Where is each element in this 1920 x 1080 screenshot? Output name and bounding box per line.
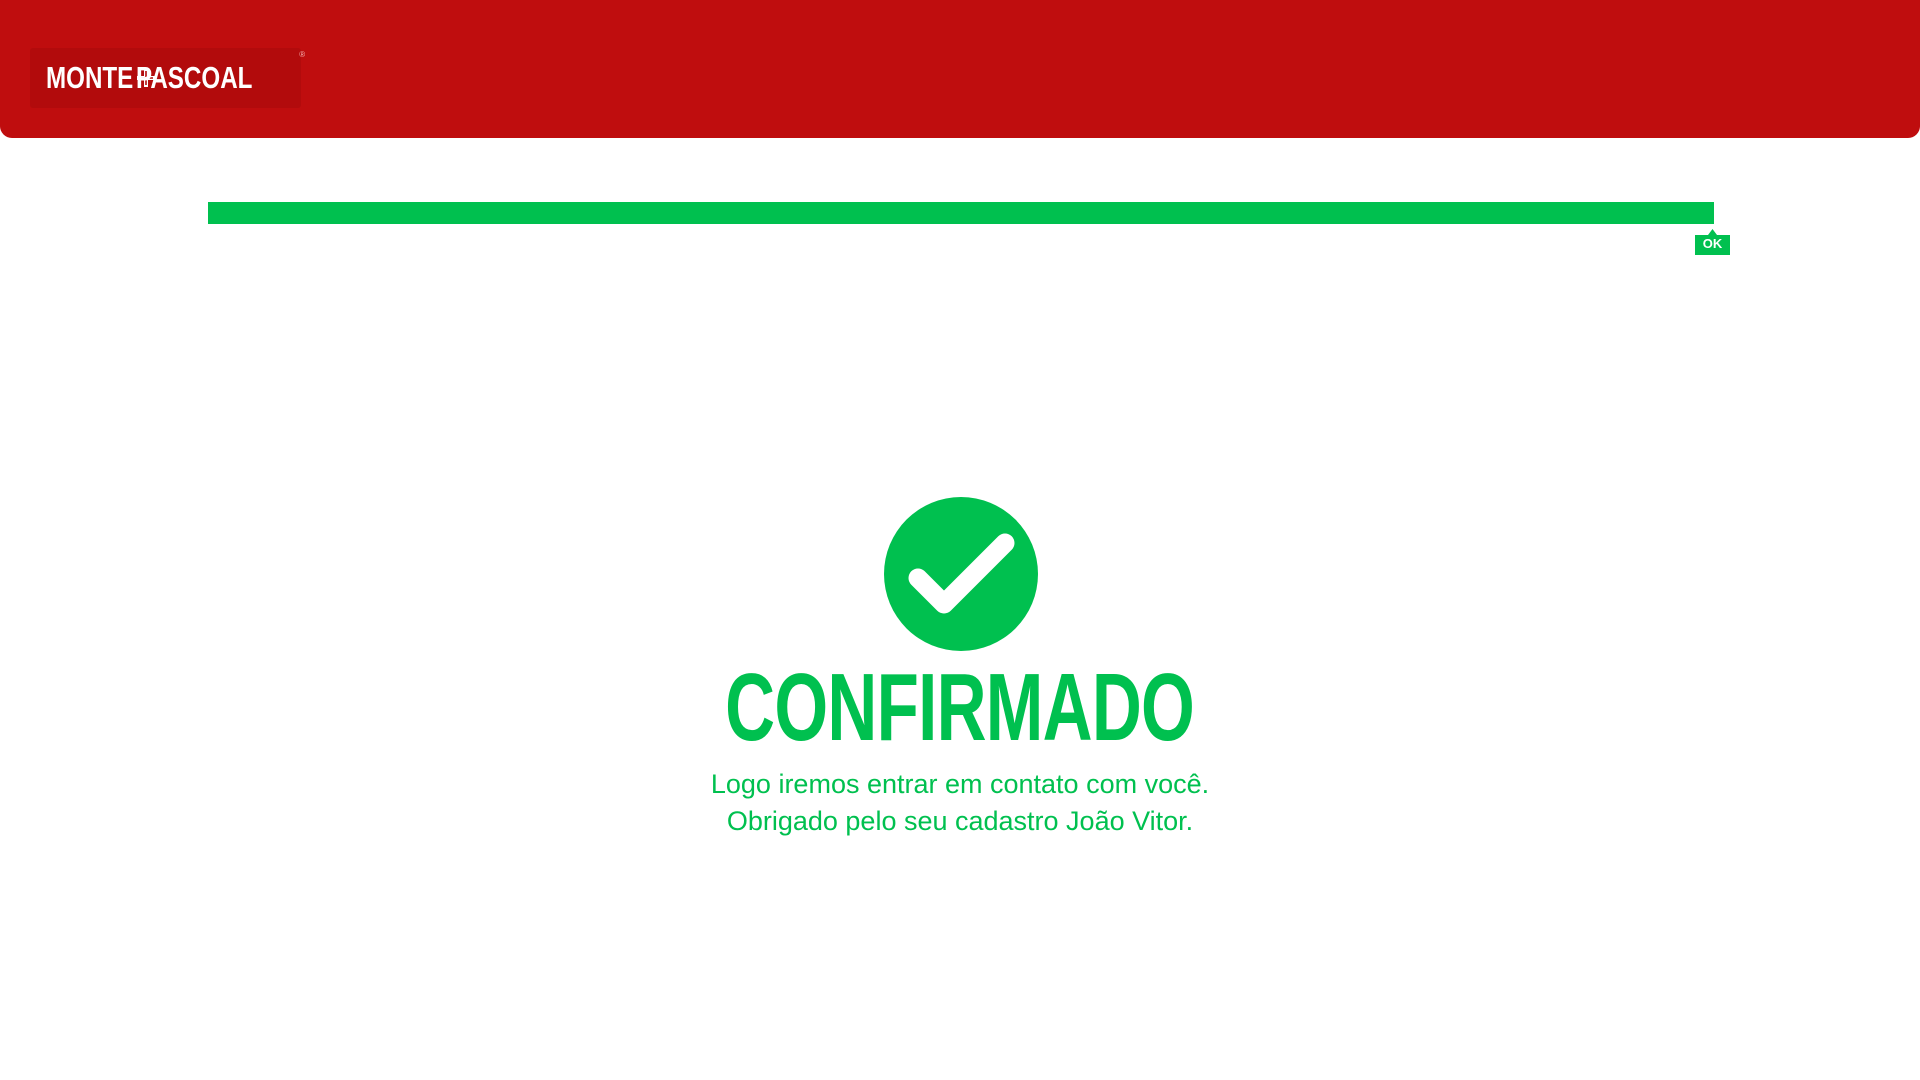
registered-mark: ® — [299, 50, 306, 59]
brand-logo[interactable]: MONTE PASCOAL ® — [30, 48, 305, 108]
progress-status-tag: OK — [1695, 229, 1730, 255]
confirmation-message-line-1: Logo iremos entrar em contato com você. — [710, 769, 1210, 799]
confirmation-title: CONFIRMADO — [0, 658, 1920, 758]
header-bar: MONTE PASCOAL ® — [0, 0, 1920, 138]
page: MONTE PASCOAL ® OK CONFIRMADO Logo iremo… — [0, 0, 1920, 1080]
confirmation-message: Logo iremos entrar em contato com você. … — [0, 766, 1920, 840]
confirmation-title-text: CONFIRMADO — [725, 654, 1196, 761]
confirmation-message-line-2: Obrigado pelo seu cadastro João Vitor. — [726, 806, 1194, 836]
logo-word-monte: MONTE — [46, 60, 134, 95]
logo-word-pascoal: PASCOAL — [135, 60, 253, 95]
check-circle-icon — [884, 497, 1038, 651]
progress-bar — [208, 202, 1714, 224]
progress-fill — [208, 202, 1714, 224]
progress-status-label: OK — [1702, 236, 1723, 251]
